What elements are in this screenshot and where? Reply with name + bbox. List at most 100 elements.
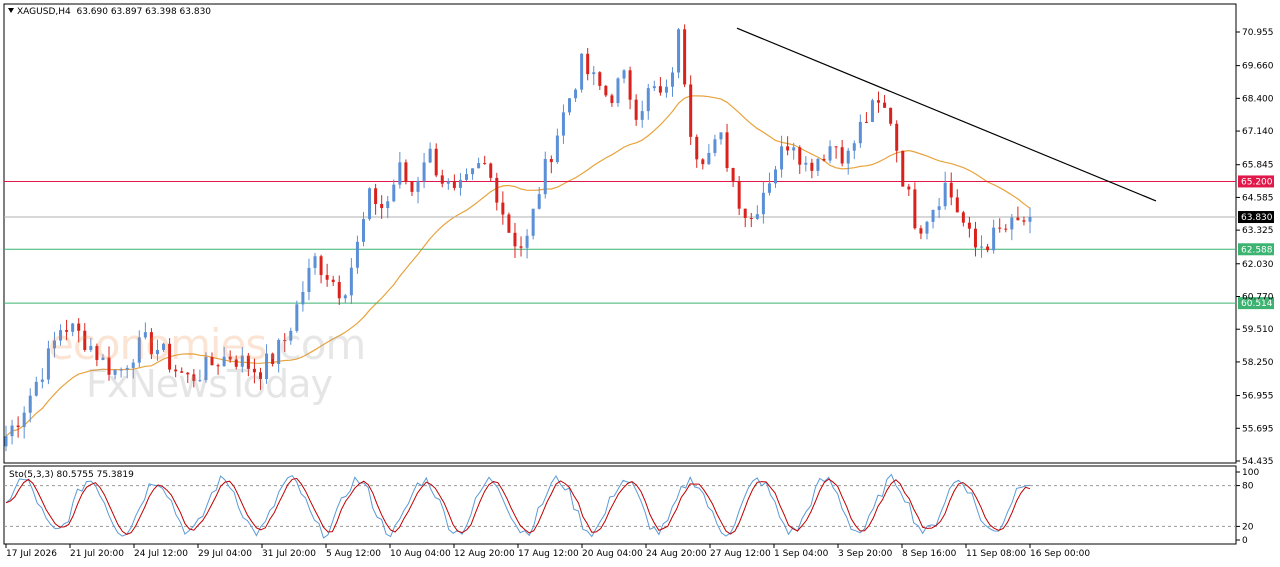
time-tick-label: 27 Aug 12:00 — [710, 549, 771, 559]
price-tick-label: 69.660 — [1242, 62, 1274, 72]
stochastic-axis: 100 80 20 0 — [1236, 468, 1259, 546]
level-price-label: 65.200 — [1241, 177, 1273, 187]
candle-body — [1022, 220, 1026, 222]
candle-body — [561, 112, 565, 136]
candle-body — [40, 379, 44, 382]
candle-body — [725, 132, 729, 169]
candle-body — [767, 183, 771, 193]
candle-body — [525, 235, 529, 248]
candle-body — [355, 241, 359, 268]
candle-body — [410, 181, 414, 192]
candle-body — [840, 147, 844, 164]
price-tick-label: 58.250 — [1242, 358, 1274, 368]
candle-body — [489, 163, 493, 178]
candle-body — [986, 246, 990, 251]
candle-body — [737, 181, 741, 209]
candle-body — [810, 162, 814, 171]
candle-body — [895, 123, 899, 151]
time-tick-label: 24 Aug 20:00 — [646, 549, 707, 559]
candle-body — [331, 279, 335, 283]
candle-body — [574, 89, 578, 99]
candle-body — [580, 53, 584, 90]
candle-body — [780, 146, 784, 170]
candle-body — [446, 181, 450, 184]
price-tick-label: 65.845 — [1242, 161, 1274, 171]
candle-body — [555, 135, 559, 163]
candle-body — [689, 84, 693, 137]
candle-body — [507, 214, 511, 233]
candle-body — [28, 395, 32, 413]
ohlc-values: 63.690 63.897 63.398 63.830 — [76, 7, 212, 17]
time-axis: 17 Jul 2026 21 Jul 20:00 24 Jul 12:00 29 Ju… — [5, 544, 1090, 559]
candle-body — [901, 150, 905, 187]
candle-body — [1016, 217, 1020, 221]
candle-body — [319, 256, 323, 276]
candle-body — [761, 192, 765, 215]
candle-body — [804, 162, 808, 165]
candle-body — [925, 221, 929, 234]
candle-body — [931, 209, 935, 222]
candle-body — [471, 168, 475, 175]
candle-body — [992, 227, 996, 251]
candle-body — [683, 29, 687, 85]
candle-body — [483, 163, 487, 165]
chart-canvas: 65.20063.83062.58860.514 70.95569.66068.… — [3, 3, 1274, 559]
symbol-header[interactable]: XAGUSD,H4 63.690 63.897 63.398 63.830 — [8, 7, 211, 17]
time-tick-label: 10 Aug 04:00 — [390, 549, 451, 559]
candle-body — [10, 425, 14, 437]
candle-body — [640, 111, 644, 120]
candle-body — [955, 197, 959, 213]
candle-body — [919, 228, 923, 234]
candle-body — [416, 180, 420, 192]
candle-body — [392, 184, 396, 202]
price-tick-label: 59.510 — [1242, 325, 1274, 335]
candle-body — [913, 189, 917, 229]
candle-body — [743, 208, 747, 218]
price-tick-label: 67.140 — [1242, 127, 1274, 137]
candle-body — [1010, 217, 1014, 230]
candle-body — [477, 163, 481, 169]
candle-body — [422, 162, 426, 181]
stochastic-label: Sto(5,3,3) 80.5755 75.3819 — [9, 470, 134, 480]
candle-body — [731, 168, 735, 182]
stochastic-tick-label: 100 — [1242, 468, 1259, 478]
time-tick-label: 16 Sep 00:00 — [1030, 549, 1090, 559]
time-tick-label: 29 Jul 04:00 — [198, 549, 252, 559]
candle-body — [368, 188, 372, 220]
candle-body — [652, 86, 656, 89]
candle-body — [980, 246, 984, 248]
time-tick-label: 21 Jul 20:00 — [70, 549, 124, 559]
candle-body — [1004, 228, 1008, 230]
candle-body — [834, 146, 838, 148]
time-tick-label: 1 Sep 04:00 — [774, 549, 829, 559]
candle-body — [568, 98, 572, 113]
candle-body — [816, 158, 820, 171]
candle-body — [1028, 217, 1032, 222]
candle-body — [671, 72, 675, 87]
price-tick-label: 68.400 — [1242, 94, 1274, 104]
time-tick-label: 5 Aug 12:00 — [326, 549, 381, 559]
time-tick-label: 17 Aug 12:00 — [518, 549, 579, 559]
candle-body — [592, 72, 596, 75]
candle-body — [749, 217, 753, 219]
candle-body — [349, 267, 353, 296]
level-price-label: 63.830 — [1241, 213, 1273, 223]
candle-body — [822, 158, 826, 161]
candle-body — [616, 78, 620, 104]
time-tick-label: 17 Jul 2026 — [6, 549, 57, 559]
candle-body — [519, 246, 523, 248]
candle-body — [755, 214, 759, 219]
price-tick-label: 64.585 — [1242, 193, 1274, 203]
candle-body — [380, 203, 384, 209]
candle-body — [937, 206, 941, 210]
candle-body — [374, 188, 378, 204]
candle-body — [452, 181, 456, 188]
candle-body — [458, 179, 462, 188]
candle-body — [719, 132, 723, 140]
price-tick-label: 62.030 — [1242, 260, 1274, 270]
candle-body — [301, 291, 305, 305]
dropdown-arrow-icon[interactable] — [8, 8, 14, 13]
stochastic-tick-label: 20 — [1242, 522, 1254, 532]
candle-body — [16, 425, 20, 427]
time-tick-label: 20 Aug 04:00 — [582, 549, 643, 559]
